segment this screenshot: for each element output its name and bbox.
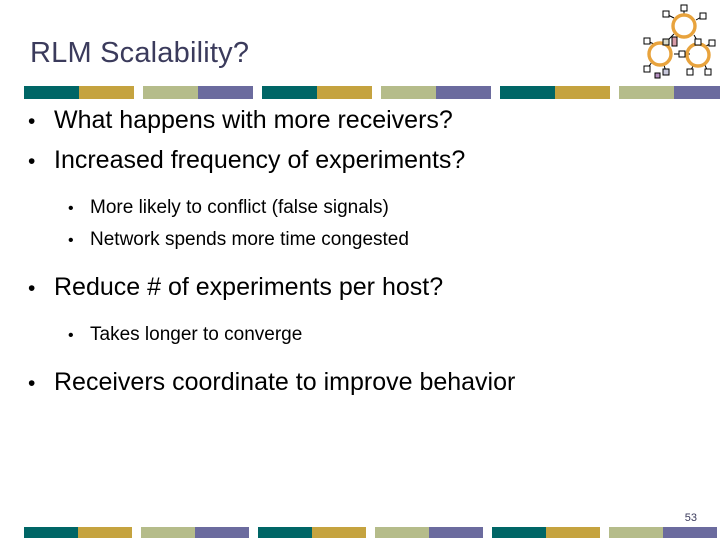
deco-segment-purple <box>195 527 249 538</box>
deco-group <box>24 527 132 538</box>
deco-segment-teal <box>24 527 78 538</box>
deco-segment-teal <box>258 527 312 538</box>
bullet-item: • More likely to conflict (false signals… <box>68 192 696 224</box>
deco-segment-teal <box>262 86 317 99</box>
bullet-marker: • <box>28 110 36 133</box>
deco-group <box>258 527 366 538</box>
deco-segment-gold <box>555 86 610 99</box>
bullet-text: More likely to conflict (false signals) <box>90 197 389 218</box>
page-number: 53 <box>684 512 697 524</box>
slide-title: RLM Scalability? <box>30 37 250 69</box>
deco-segment-sage <box>381 86 436 99</box>
bullet-item: • Network spends more time congested <box>68 224 696 256</box>
deco-segment-gold <box>312 527 366 538</box>
deco-group <box>492 527 600 538</box>
deco-segment-gold <box>317 86 372 99</box>
deco-segment-purple <box>674 86 720 99</box>
deco-segment-sage <box>619 86 674 99</box>
bullet-text: Receivers coordinate to improve behavior <box>54 368 516 396</box>
deco-group <box>381 86 491 99</box>
deco-segment-sage <box>141 527 195 538</box>
deco-segment-teal <box>24 86 79 99</box>
deco-segment-sage <box>143 86 198 99</box>
bullet-marker: • <box>68 232 74 249</box>
deco-segment-gold <box>546 527 600 538</box>
deco-group <box>262 86 372 99</box>
bullet-item: • Receivers coordinate to improve behavi… <box>28 363 696 403</box>
deco-segment-purple <box>198 86 253 99</box>
deco-segment-teal <box>492 527 546 538</box>
deco-group <box>143 86 253 99</box>
network-nodes-logo <box>638 2 716 82</box>
bullet-text: Reduce # of experiments per host? <box>54 273 444 301</box>
presentation-slide: RLM Scalability? • What happens with mor… <box>0 0 720 540</box>
bullet-text: What happens with more receivers? <box>54 106 453 134</box>
bullet-marker: • <box>28 277 36 300</box>
deco-group <box>141 527 249 538</box>
deco-group <box>500 86 610 99</box>
deco-segment-purple <box>429 527 483 538</box>
deco-segment-gold <box>79 86 134 99</box>
deco-segment-sage <box>609 527 663 538</box>
deco-segment-purple <box>663 527 717 538</box>
bullet-text: Takes longer to converge <box>90 324 303 345</box>
slide-body: • What happens with more receivers? • In… <box>24 101 696 403</box>
bullet-marker: • <box>28 372 36 395</box>
bullet-marker: • <box>68 200 74 217</box>
bullet-text: Increased frequency of experiments? <box>54 146 466 174</box>
bullet-item: • What happens with more receivers? <box>28 101 696 141</box>
bullet-marker: • <box>68 327 74 344</box>
top-decorative-bar <box>24 86 720 99</box>
deco-segment-purple <box>436 86 491 99</box>
deco-group <box>375 527 483 538</box>
bullet-text: Network spends more time congested <box>90 229 409 250</box>
bullet-item: • Increased frequency of experiments? <box>28 141 696 181</box>
deco-segment-gold <box>78 527 132 538</box>
bullet-item: • Reduce # of experiments per host? <box>28 268 696 308</box>
bottom-decorative-bar <box>24 527 717 538</box>
bullet-item: • Takes longer to converge <box>68 319 696 351</box>
bullet-marker: • <box>28 150 36 173</box>
deco-segment-sage <box>375 527 429 538</box>
deco-group <box>24 86 134 99</box>
deco-group <box>609 527 717 538</box>
deco-group <box>619 86 720 99</box>
deco-segment-teal <box>500 86 555 99</box>
